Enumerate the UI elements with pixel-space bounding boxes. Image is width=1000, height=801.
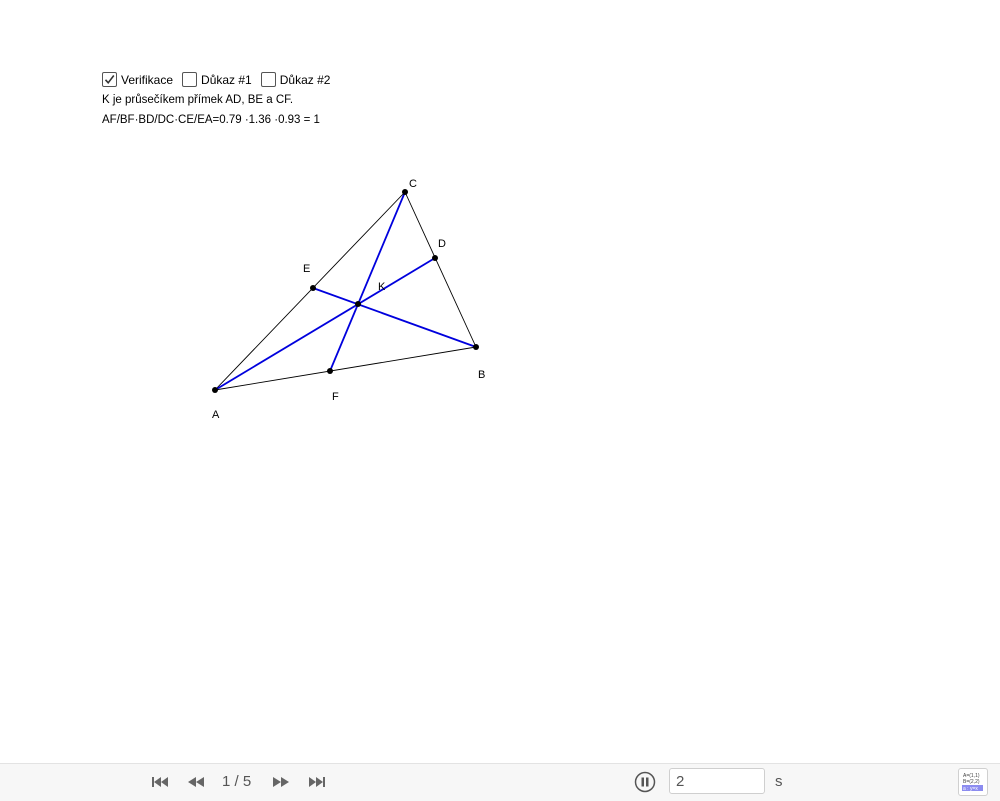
cevian-cf[interactable] [329,191,406,372]
label-d: D [438,238,446,250]
algebra-view-icon: A=(1,1) B=(2,2) a : y=x [962,773,983,792]
point-k[interactable] [355,301,361,307]
graphics-view[interactable]: Verifikace Důkaz #1 Důkaz #2 K je průseč… [0,0,1000,763]
algebra-icon-line-3: a : y=x [963,786,978,792]
rewind-icon[interactable] [185,772,207,792]
point-f[interactable] [327,368,333,374]
speed-unit: s [775,773,783,790]
point-e[interactable] [310,285,316,291]
label-e: E [303,263,310,275]
label-c: C [409,178,417,190]
fast-forward-icon[interactable] [270,772,292,792]
triangle-construction: A B C D E F K [212,178,485,421]
label-k: K [378,281,386,293]
cevian-ad[interactable] [214,257,436,391]
pause-icon[interactable] [634,771,656,793]
point-d[interactable] [432,255,438,261]
label-f: F [332,391,339,403]
speed-input[interactable] [669,768,765,794]
point-a[interactable] [212,387,218,393]
skip-to-end-icon[interactable] [306,772,328,792]
skip-to-start-icon[interactable] [149,772,171,792]
point-c[interactable] [402,189,408,195]
algebra-icon-line-2: B=(2,2) [963,779,980,785]
point-b[interactable] [473,344,479,350]
page-counter: 1 / 5 [222,773,252,790]
algebra-view-button[interactable]: A=(1,1) B=(2,2) a : y=x [958,768,988,796]
label-b: B [478,369,485,381]
side-ca [214,191,406,391]
bottom-toolbar: 1 / 5 s A=(1,1) B=(2,2) a : y=x [0,763,1000,801]
side-ab [214,346,477,391]
label-a: A [212,409,220,421]
